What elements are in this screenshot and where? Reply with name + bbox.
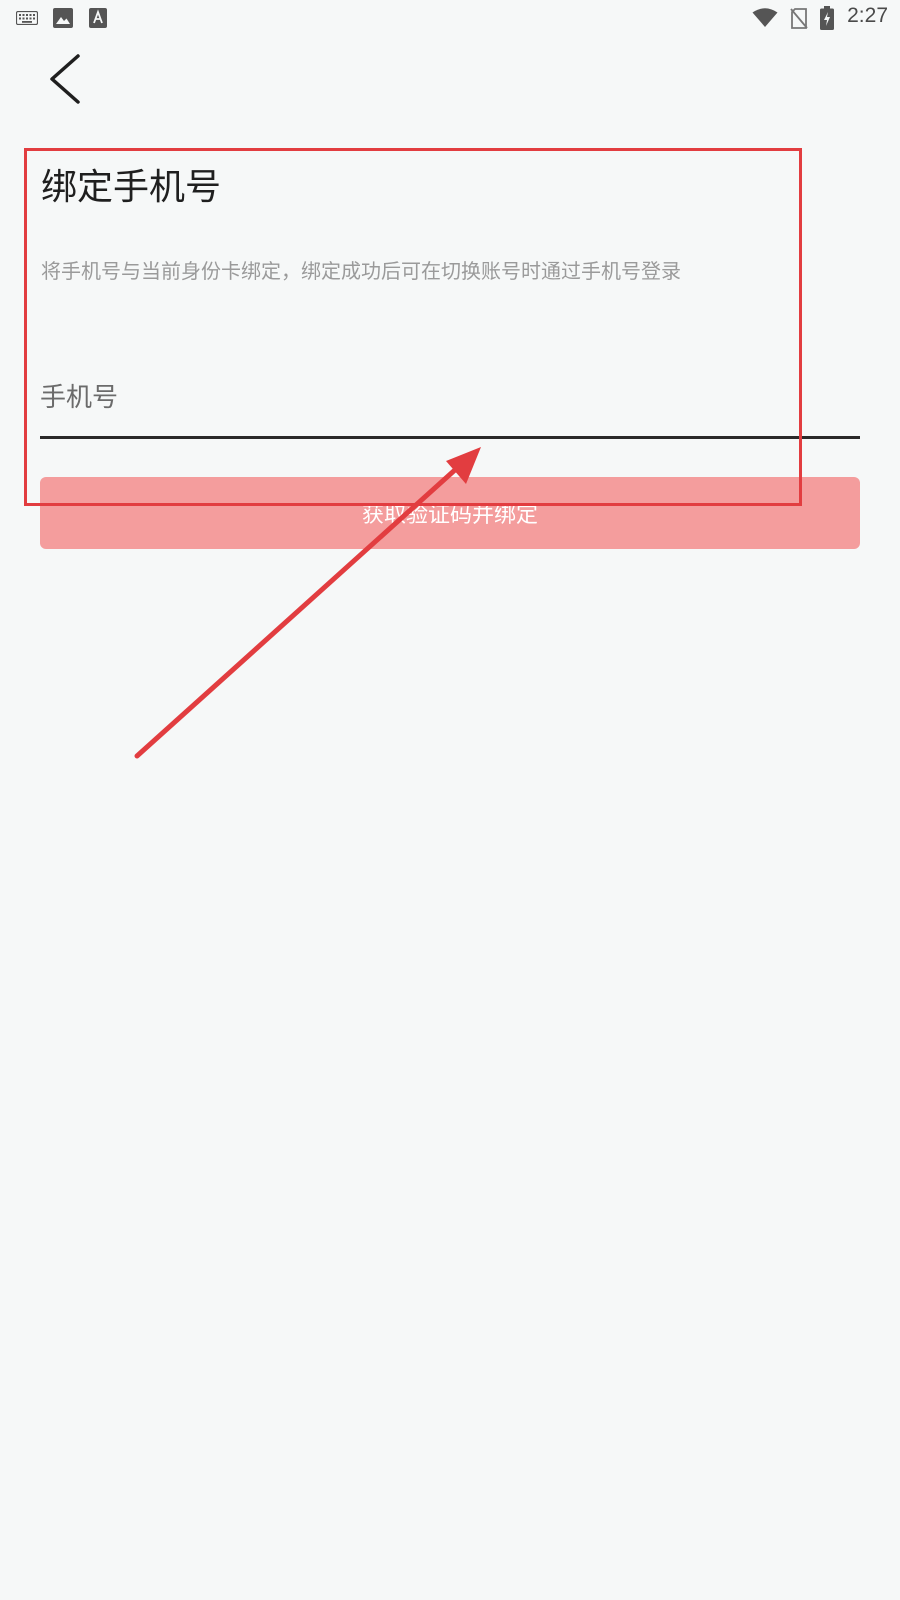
keyboard-icon: [16, 11, 38, 25]
page-description: 将手机号与当前身份卡绑定，绑定成功后可在切换账号时通过手机号登录: [41, 259, 681, 283]
wifi-icon: [752, 8, 778, 27]
annotation-arrow-icon: [134, 447, 481, 759]
image-icon: [53, 8, 73, 28]
bind-button-label: 获取验证码并绑定: [361, 503, 538, 528]
battery-charging-icon: [820, 6, 834, 30]
phone-number-input[interactable]: [40, 376, 860, 420]
get-code-and-bind-button[interactable]: 获取验证码并绑定: [40, 477, 860, 549]
text-a-icon: [89, 8, 107, 28]
no-sim-icon: [790, 8, 808, 29]
status-bar: 2:27: [0, 0, 900, 36]
status-time: 2:27: [847, 4, 888, 27]
page-title: 绑定手机号: [41, 167, 222, 208]
chevron-left-icon: [50, 54, 80, 104]
input-underline: [40, 436, 860, 439]
back-button[interactable]: [40, 50, 100, 110]
